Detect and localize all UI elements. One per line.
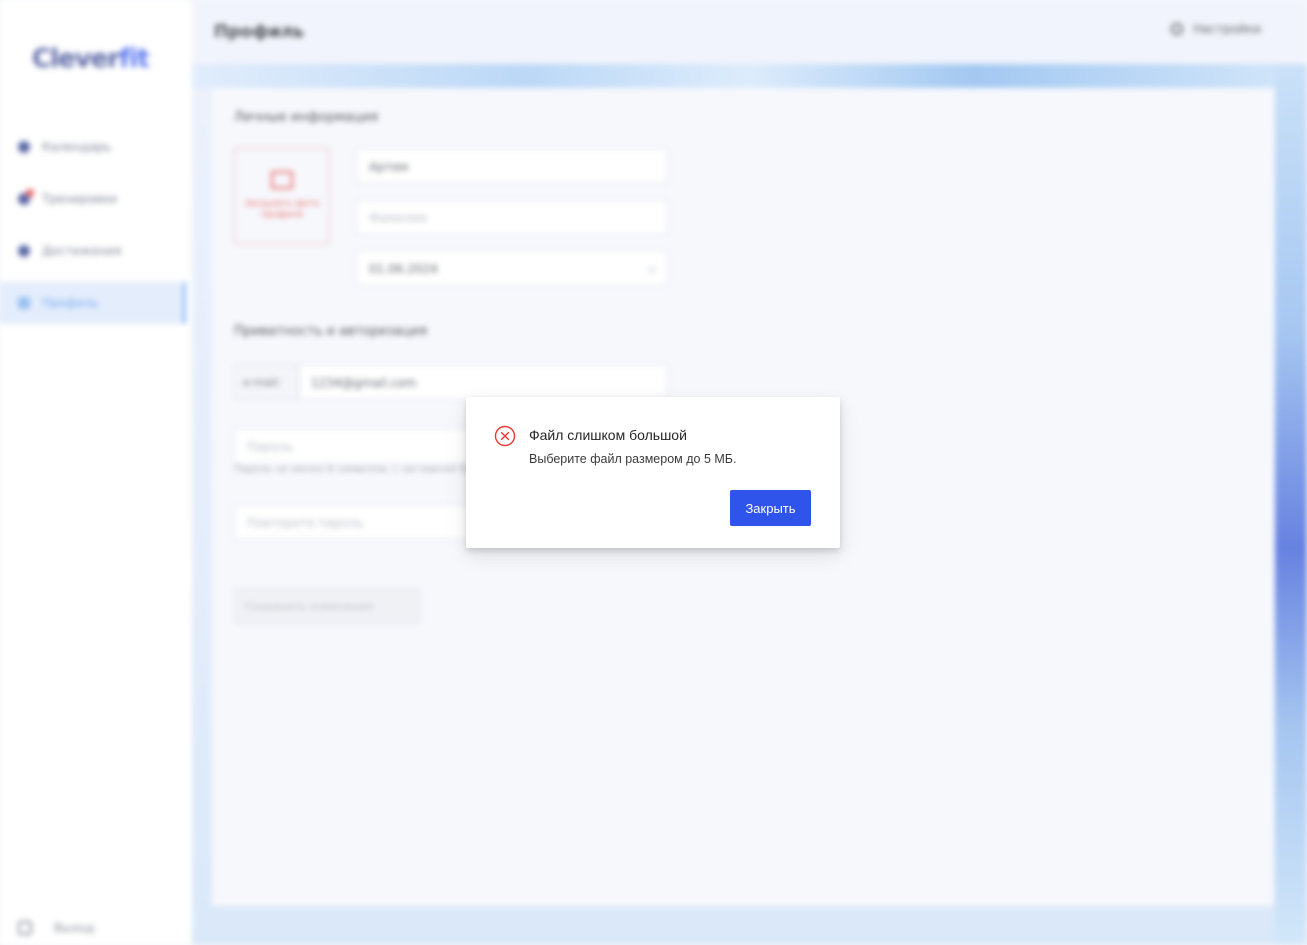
error-circle-icon (494, 425, 516, 447)
error-modal: Файл слишком большой Выберите файл разме… (466, 397, 840, 548)
close-button[interactable]: Закрыть (730, 490, 811, 526)
modal-title: Файл слишком большой (529, 427, 687, 443)
app-root: Cleverfit Календарь Тренировки Достижени… (0, 0, 1307, 945)
modal-message: Выберите файл размером до 5 МБ. (529, 452, 737, 466)
